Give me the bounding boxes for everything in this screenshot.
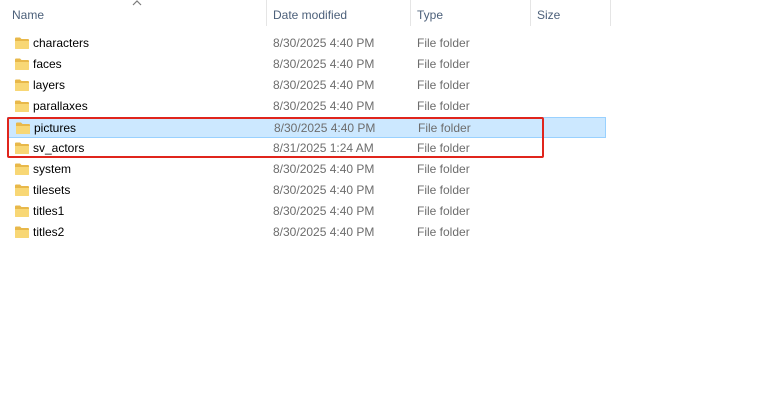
file-row[interactable]: parallaxes 8/30/2025 4:40 PM File folder [7, 96, 606, 117]
folder-icon [15, 79, 29, 91]
file-date-modified: 8/30/2025 4:40 PM [273, 99, 375, 113]
column-header-bar: Name Date modified Type Size [0, 0, 757, 30]
file-date-modified: 8/30/2025 4:40 PM [274, 121, 376, 135]
folder-icon [15, 100, 29, 112]
file-name[interactable]: sv_actors [33, 138, 84, 159]
file-name[interactable]: system [33, 159, 71, 180]
column-divider[interactable] [530, 0, 531, 26]
file-name[interactable]: tilesets [33, 180, 70, 201]
folder-icon [16, 122, 30, 134]
folder-icon [15, 37, 29, 49]
file-name[interactable]: titles2 [33, 222, 64, 243]
file-row[interactable]: sv_actors 8/31/2025 1:24 AM File folder [7, 138, 606, 159]
file-type: File folder [417, 204, 470, 218]
file-name[interactable]: pictures [34, 118, 76, 139]
file-row[interactable]: tilesets 8/30/2025 4:40 PM File folder [7, 180, 606, 201]
file-type: File folder [417, 36, 470, 50]
column-header-type[interactable]: Type [417, 0, 527, 30]
file-row[interactable]: characters 8/30/2025 4:40 PM File folder [7, 33, 606, 54]
file-type: File folder [417, 57, 470, 71]
file-type: File folder [417, 183, 470, 197]
file-name[interactable]: characters [33, 33, 89, 54]
column-divider[interactable] [266, 0, 267, 26]
folder-icon [15, 58, 29, 70]
folder-icon [15, 184, 29, 196]
file-name[interactable]: faces [33, 54, 62, 75]
file-date-modified: 8/30/2025 4:40 PM [273, 57, 375, 71]
file-date-modified: 8/30/2025 4:40 PM [273, 162, 375, 176]
file-date-modified: 8/30/2025 4:40 PM [273, 36, 375, 50]
file-name[interactable]: layers [33, 75, 65, 96]
file-row[interactable]: system 8/30/2025 4:40 PM File folder [7, 159, 606, 180]
file-type: File folder [417, 99, 470, 113]
column-header-date-modified[interactable]: Date modified [273, 0, 408, 30]
file-date-modified: 8/30/2025 4:40 PM [273, 204, 375, 218]
file-row[interactable]: titles1 8/30/2025 4:40 PM File folder [7, 201, 606, 222]
column-divider[interactable] [410, 0, 411, 26]
folder-icon [15, 163, 29, 175]
file-type: File folder [417, 141, 470, 155]
file-type: File folder [418, 121, 471, 135]
file-row[interactable]: pictures 8/30/2025 4:40 PM File folder [7, 117, 606, 138]
folder-icon [15, 142, 29, 154]
file-row[interactable]: titles2 8/30/2025 4:40 PM File folder [7, 222, 606, 243]
file-row[interactable]: layers 8/30/2025 4:40 PM File folder [7, 75, 606, 96]
file-name[interactable]: titles1 [33, 201, 64, 222]
file-type: File folder [417, 162, 470, 176]
column-header-size[interactable]: Size [537, 0, 607, 30]
file-date-modified: 8/30/2025 4:40 PM [273, 225, 375, 239]
file-date-modified: 8/31/2025 1:24 AM [273, 141, 374, 155]
column-divider[interactable] [610, 0, 611, 26]
folder-icon [15, 205, 29, 217]
chevron-up-icon [132, 0, 142, 6]
file-type: File folder [417, 225, 470, 239]
file-type: File folder [417, 78, 470, 92]
folder-icon [15, 226, 29, 238]
file-name[interactable]: parallaxes [33, 96, 88, 117]
file-date-modified: 8/30/2025 4:40 PM [273, 78, 375, 92]
file-date-modified: 8/30/2025 4:40 PM [273, 183, 375, 197]
file-row[interactable]: faces 8/30/2025 4:40 PM File folder [7, 54, 606, 75]
